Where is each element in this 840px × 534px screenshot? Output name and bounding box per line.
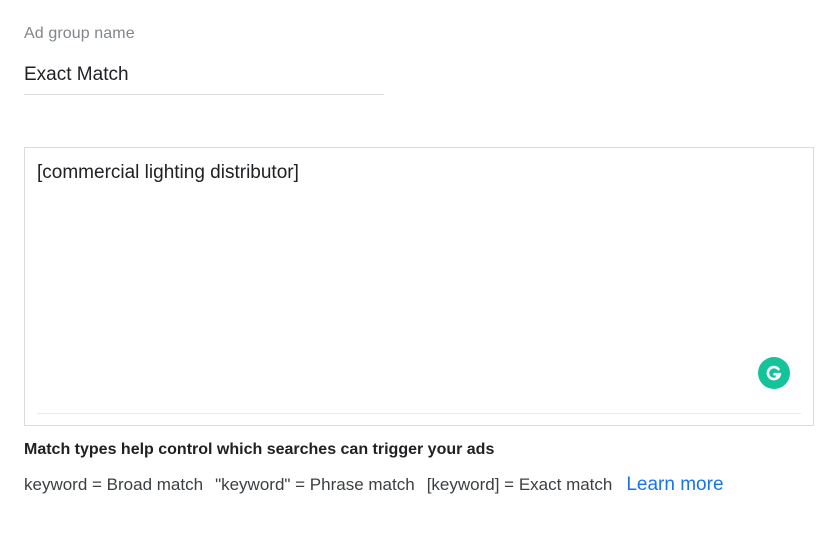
- ad-group-name-label: Ad group name: [24, 25, 135, 42]
- exact-match-text: [keyword] = Exact match: [426, 475, 613, 494]
- match-types-legend: keyword = Broad match "keyword" = Phrase…: [24, 474, 724, 496]
- match-types-heading: Match types help control which searches …: [24, 441, 495, 458]
- textarea-underline: [37, 413, 801, 414]
- learn-more-link[interactable]: Learn more: [626, 474, 723, 496]
- grammarly-icon[interactable]: [758, 357, 790, 389]
- broad-match-text: keyword = Broad match: [24, 475, 204, 494]
- ad-group-name-input[interactable]: [24, 56, 384, 95]
- phrase-match-text: "keyword" = Phrase match: [215, 475, 415, 494]
- keywords-textarea[interactable]: [commercial lighting distributor]: [37, 160, 801, 410]
- keywords-box: [commercial lighting distributor]: [24, 147, 814, 426]
